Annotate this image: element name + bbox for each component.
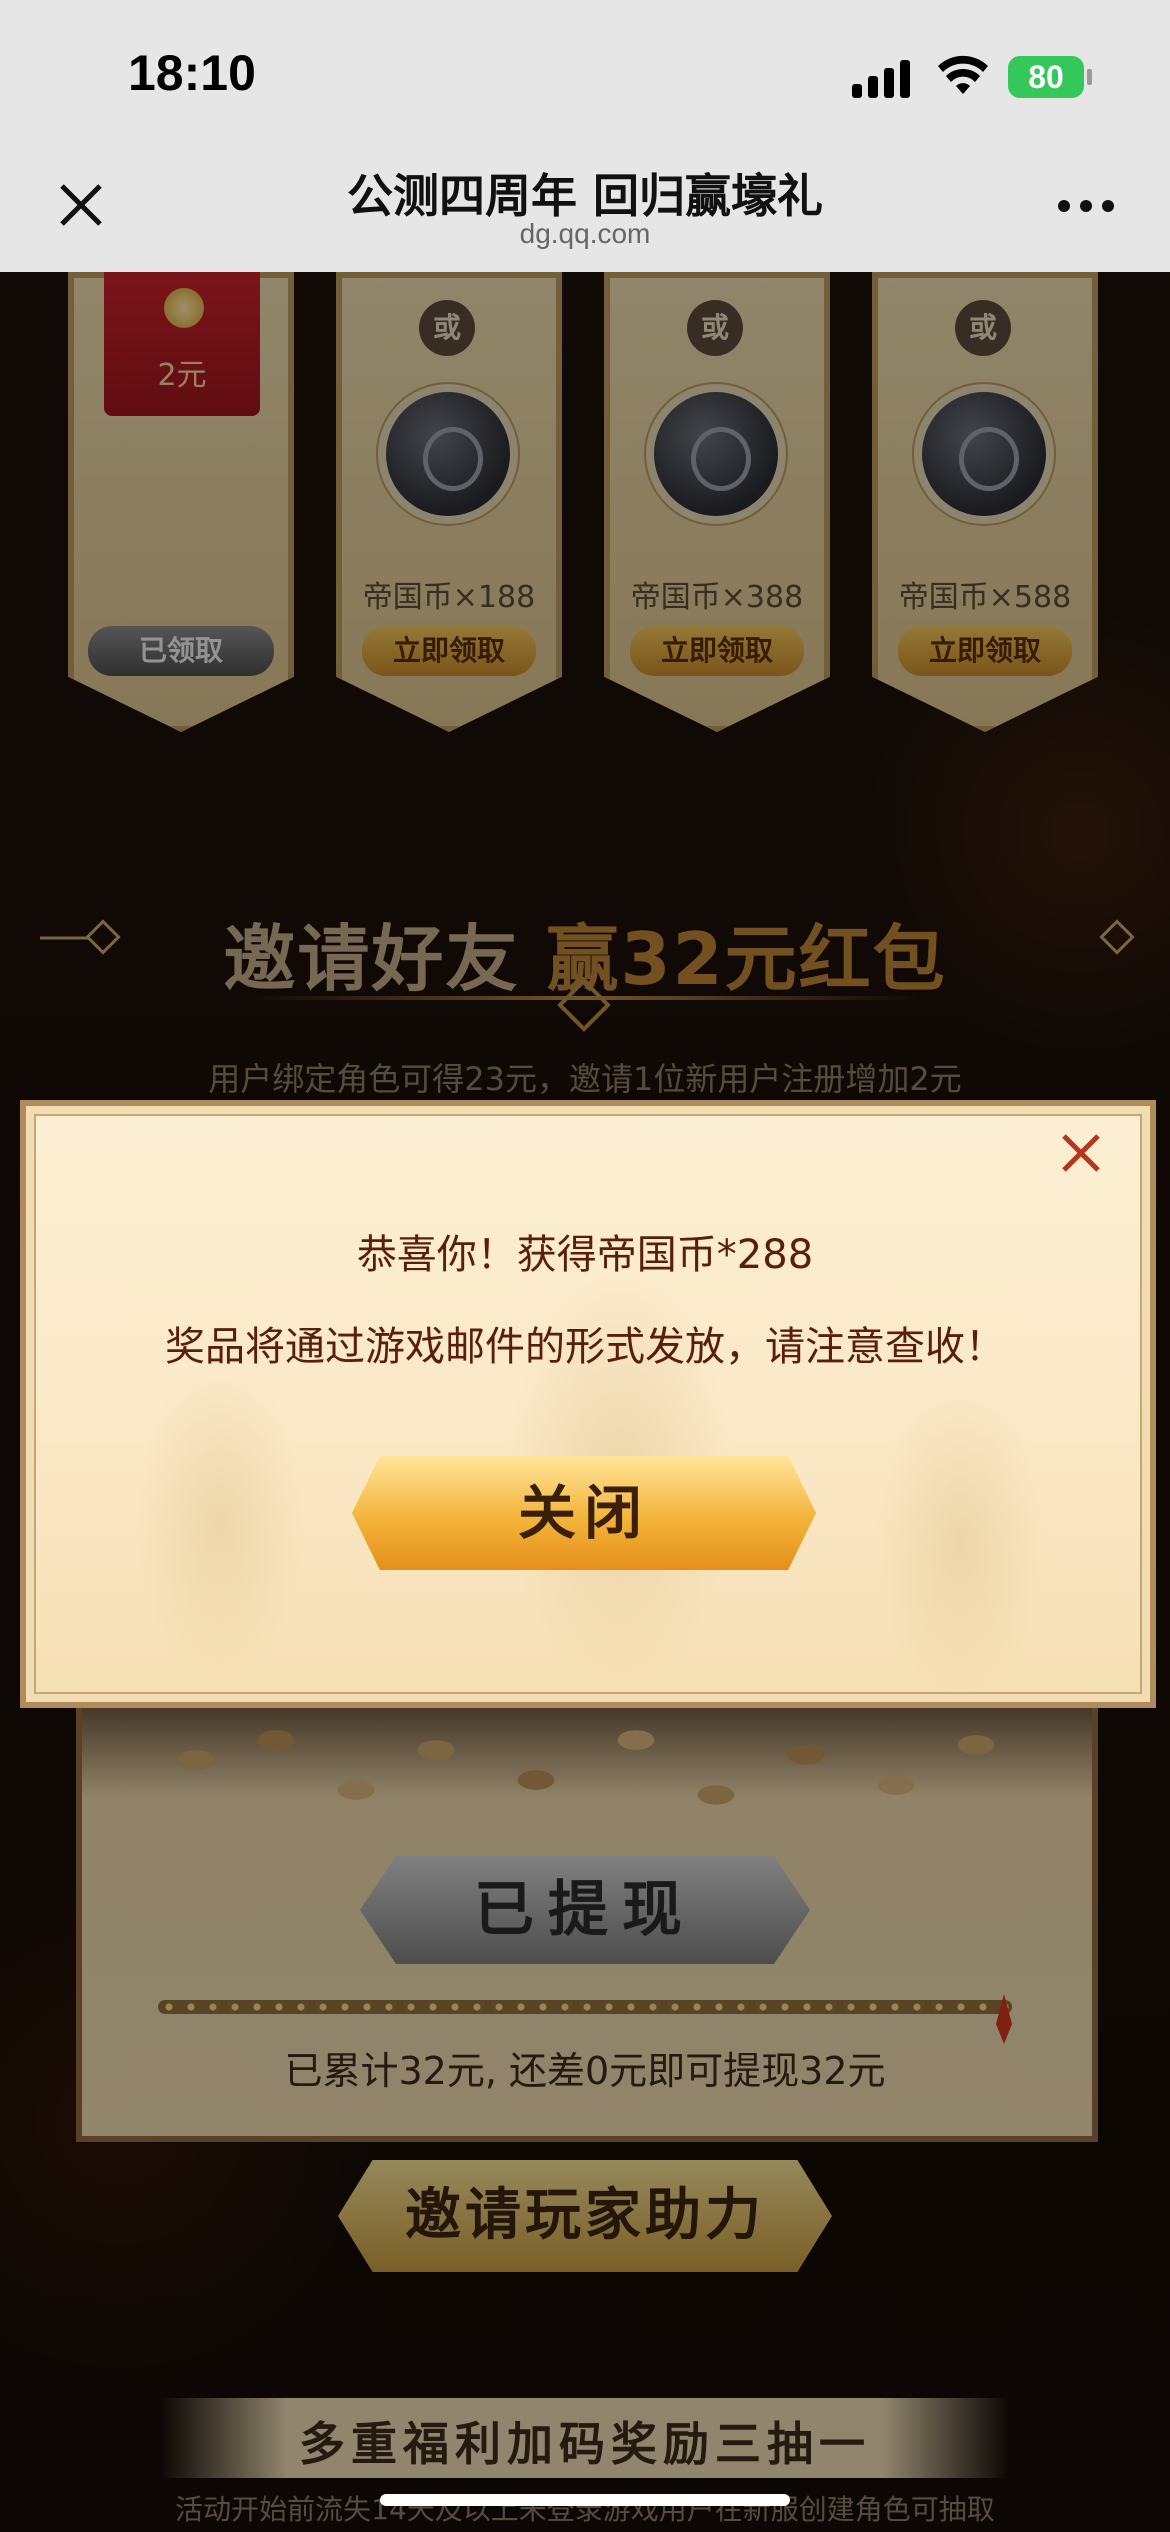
page-url: dg.qq.com (519, 218, 651, 249)
modal-message-title: 恭喜你！获得帝国币*288 (356, 1232, 814, 1278)
cellular-signal-icon (852, 58, 912, 98)
page-title: 公测四周年 回归赢壕礼 (346, 169, 823, 223)
battery-indicator: 80 (1008, 56, 1092, 98)
modal-close-button[interactable]: 关闭 (352, 1456, 816, 1570)
modal-message-body: 奖品将通过游戏邮件的形式发放，请注意查收！ (165, 1324, 1005, 1370)
wifi-icon (938, 55, 988, 94)
more-options-icon[interactable] (1058, 200, 1114, 214)
battery-level: 80 (1028, 59, 1064, 95)
home-indicator[interactable] (380, 2494, 790, 2506)
modal-close-icon[interactable] (1056, 1128, 1106, 1178)
reward-modal (20, 1100, 1156, 1708)
status-time: 18:10 (128, 45, 256, 101)
